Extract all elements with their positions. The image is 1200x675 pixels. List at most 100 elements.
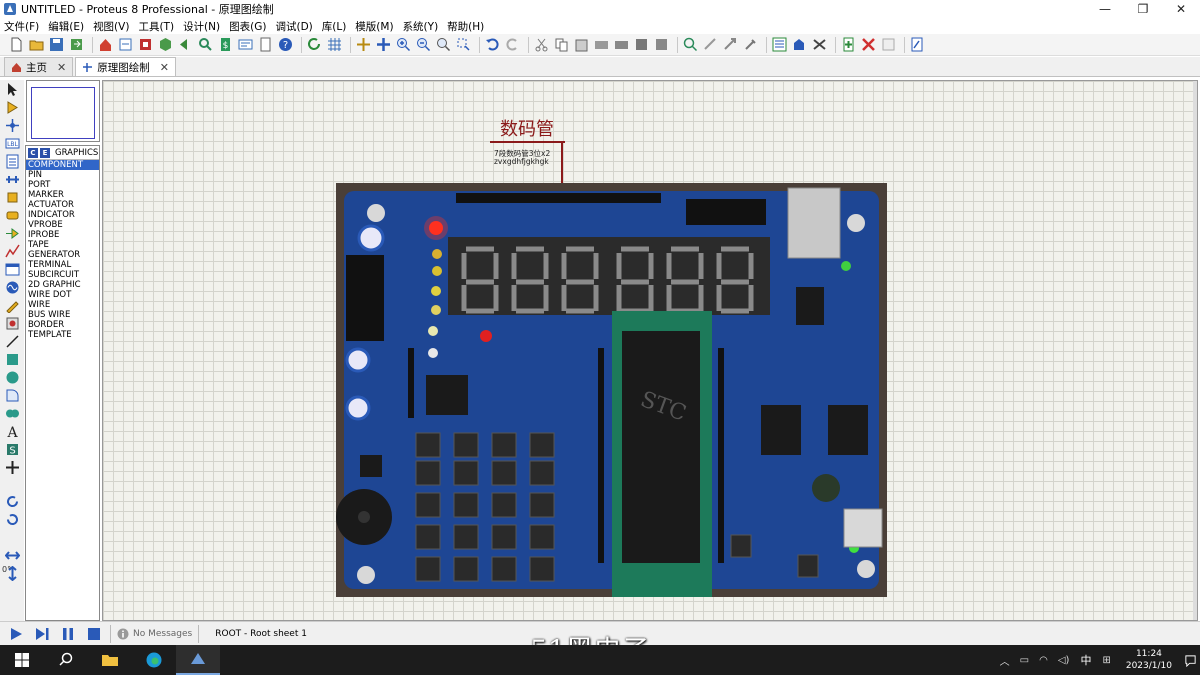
selector-item-tape[interactable]: TAPE bbox=[26, 240, 99, 250]
paste-icon[interactable] bbox=[573, 36, 590, 53]
copy-icon[interactable] bbox=[553, 36, 570, 53]
graph-icon[interactable] bbox=[0, 242, 24, 260]
rotate-clockwise-icon[interactable] bbox=[0, 492, 24, 510]
menu-edit[interactable]: 编辑(E) bbox=[48, 19, 84, 34]
message-area[interactable]: No Messages bbox=[117, 628, 192, 640]
gerber-icon[interactable] bbox=[177, 36, 194, 53]
decompose-icon[interactable] bbox=[742, 36, 759, 53]
refresh-icon[interactable] bbox=[306, 36, 323, 53]
menu-help[interactable]: 帮助(H) bbox=[447, 19, 484, 34]
make-device-icon[interactable] bbox=[702, 36, 719, 53]
selector-item-marker[interactable]: MARKER bbox=[26, 190, 99, 200]
text-tool-icon[interactable]: A bbox=[0, 422, 24, 440]
block-delete-icon[interactable] bbox=[653, 36, 670, 53]
schematic-canvas[interactable]: 数码管 7段数码管3位x2 zvxgdhfjgkhgk STC bbox=[102, 80, 1198, 621]
selector-item-actuator[interactable]: ACTUATOR bbox=[26, 200, 99, 210]
block-move-icon[interactable] bbox=[613, 36, 630, 53]
canvas-scrollbar[interactable] bbox=[1193, 81, 1197, 620]
close-icon[interactable]: ✕ bbox=[160, 61, 169, 74]
notification-icon[interactable] bbox=[1180, 645, 1200, 675]
block-rotate-icon[interactable] bbox=[633, 36, 650, 53]
subcircuit-icon[interactable] bbox=[0, 188, 24, 206]
pick-device-icon[interactable] bbox=[682, 36, 699, 53]
pcb-icon[interactable] bbox=[137, 36, 154, 53]
selector-item-vprobe[interactable]: VPROBE bbox=[26, 220, 99, 230]
import-icon[interactable] bbox=[68, 36, 85, 53]
property-tool-icon[interactable] bbox=[811, 36, 828, 53]
schematic-icon[interactable] bbox=[117, 36, 134, 53]
box-tool-icon[interactable] bbox=[0, 350, 24, 368]
pause-button[interactable] bbox=[58, 624, 78, 644]
menu-library[interactable]: 库(L) bbox=[322, 19, 347, 34]
selector-item-pin[interactable]: PIN bbox=[26, 170, 99, 180]
save-icon[interactable] bbox=[48, 36, 65, 53]
step-button[interactable] bbox=[32, 624, 52, 644]
selector-item-indicator[interactable]: INDICATOR bbox=[26, 210, 99, 220]
tab-home[interactable]: 主页 ✕ bbox=[4, 57, 74, 76]
selector-item-terminal[interactable]: TERMINAL bbox=[26, 260, 99, 270]
stop-button[interactable] bbox=[84, 624, 104, 644]
pan-icon[interactable] bbox=[375, 36, 392, 53]
selector-item-2d-graphic[interactable]: 2D GRAPHIC bbox=[26, 280, 99, 290]
wifi-icon[interactable]: ◠ bbox=[1039, 655, 1048, 666]
pick-button[interactable]: C bbox=[28, 147, 38, 158]
edit-button[interactable]: E bbox=[40, 147, 50, 158]
home-icon[interactable] bbox=[97, 36, 114, 53]
overview-window[interactable] bbox=[26, 80, 100, 142]
circle-tool-icon[interactable] bbox=[0, 368, 24, 386]
zoom-area-icon[interactable] bbox=[455, 36, 472, 53]
selector-item-iprobe[interactable]: IPROBE bbox=[26, 230, 99, 240]
help-icon[interactable]: ? bbox=[277, 36, 294, 53]
network-icon[interactable]: ▭ bbox=[1020, 655, 1029, 666]
netlist-icon[interactable] bbox=[909, 36, 926, 53]
proteus-taskbar-icon[interactable] bbox=[176, 645, 220, 675]
clock[interactable]: 11:24 2023/1/10 bbox=[1126, 648, 1172, 672]
remove-sheet-icon[interactable] bbox=[860, 36, 877, 53]
menu-system[interactable]: 系统(Y) bbox=[403, 19, 439, 34]
selector-item-component[interactable]: COMPONENT bbox=[26, 160, 99, 170]
source-code-icon[interactable] bbox=[237, 36, 254, 53]
design-explorer-icon[interactable] bbox=[197, 36, 214, 53]
menu-file[interactable]: 文件(F) bbox=[4, 19, 39, 34]
edge-browser-icon[interactable] bbox=[132, 645, 176, 675]
line-tool-icon[interactable] bbox=[0, 332, 24, 350]
grid-toggle-icon[interactable] bbox=[326, 36, 343, 53]
undo-icon[interactable] bbox=[484, 36, 501, 53]
terminals-icon[interactable] bbox=[0, 206, 24, 224]
generator-icon[interactable] bbox=[0, 278, 24, 296]
new-sheet-icon[interactable] bbox=[840, 36, 857, 53]
virtual-instrument-icon[interactable] bbox=[0, 314, 24, 332]
zoom-in-icon[interactable] bbox=[395, 36, 412, 53]
play-button[interactable] bbox=[6, 624, 26, 644]
voltage-probe-icon[interactable] bbox=[0, 296, 24, 314]
exit-to-parent-icon[interactable] bbox=[880, 36, 897, 53]
file-explorer-icon[interactable] bbox=[88, 645, 132, 675]
selector-item-port[interactable]: PORT bbox=[26, 180, 99, 190]
ime-indicator[interactable]: 中 bbox=[1080, 652, 1091, 668]
buses-icon[interactable] bbox=[0, 170, 24, 188]
selector-item-subcircuit[interactable]: SUBCIRCUIT bbox=[26, 270, 99, 280]
zoom-all-icon[interactable] bbox=[435, 36, 452, 53]
3d-view-icon[interactable] bbox=[157, 36, 174, 53]
rotate-anticlockwise-icon[interactable] bbox=[0, 510, 24, 528]
origin-icon[interactable] bbox=[355, 36, 372, 53]
selector-item-generator[interactable]: GENERATOR bbox=[26, 250, 99, 260]
selector-item-wire[interactable]: WIRE bbox=[26, 300, 99, 310]
search-tag-icon[interactable] bbox=[791, 36, 808, 53]
mirror-horizontal-icon[interactable] bbox=[0, 546, 24, 564]
selector-item-template[interactable]: TEMPLATE bbox=[26, 330, 99, 340]
tape-recorder-icon[interactable] bbox=[0, 260, 24, 278]
component-mode-icon[interactable] bbox=[0, 98, 24, 116]
notes-icon[interactable] bbox=[257, 36, 274, 53]
volume-icon[interactable]: ◁) bbox=[1058, 655, 1070, 666]
close-icon[interactable]: ✕ bbox=[57, 61, 66, 74]
tab-schematic-capture[interactable]: 原理图绘制 ✕ bbox=[75, 57, 176, 76]
device-pins-icon[interactable] bbox=[0, 224, 24, 242]
selection-mode-icon[interactable] bbox=[0, 80, 24, 98]
search-icon[interactable] bbox=[44, 645, 88, 675]
menu-tools[interactable]: 工具(T) bbox=[138, 19, 174, 34]
cut-icon[interactable] bbox=[533, 36, 550, 53]
keyboard-grid-icon[interactable]: ⊞ bbox=[1102, 655, 1110, 666]
arc-tool-icon[interactable] bbox=[0, 386, 24, 404]
minimize-button[interactable]: — bbox=[1086, 0, 1124, 18]
